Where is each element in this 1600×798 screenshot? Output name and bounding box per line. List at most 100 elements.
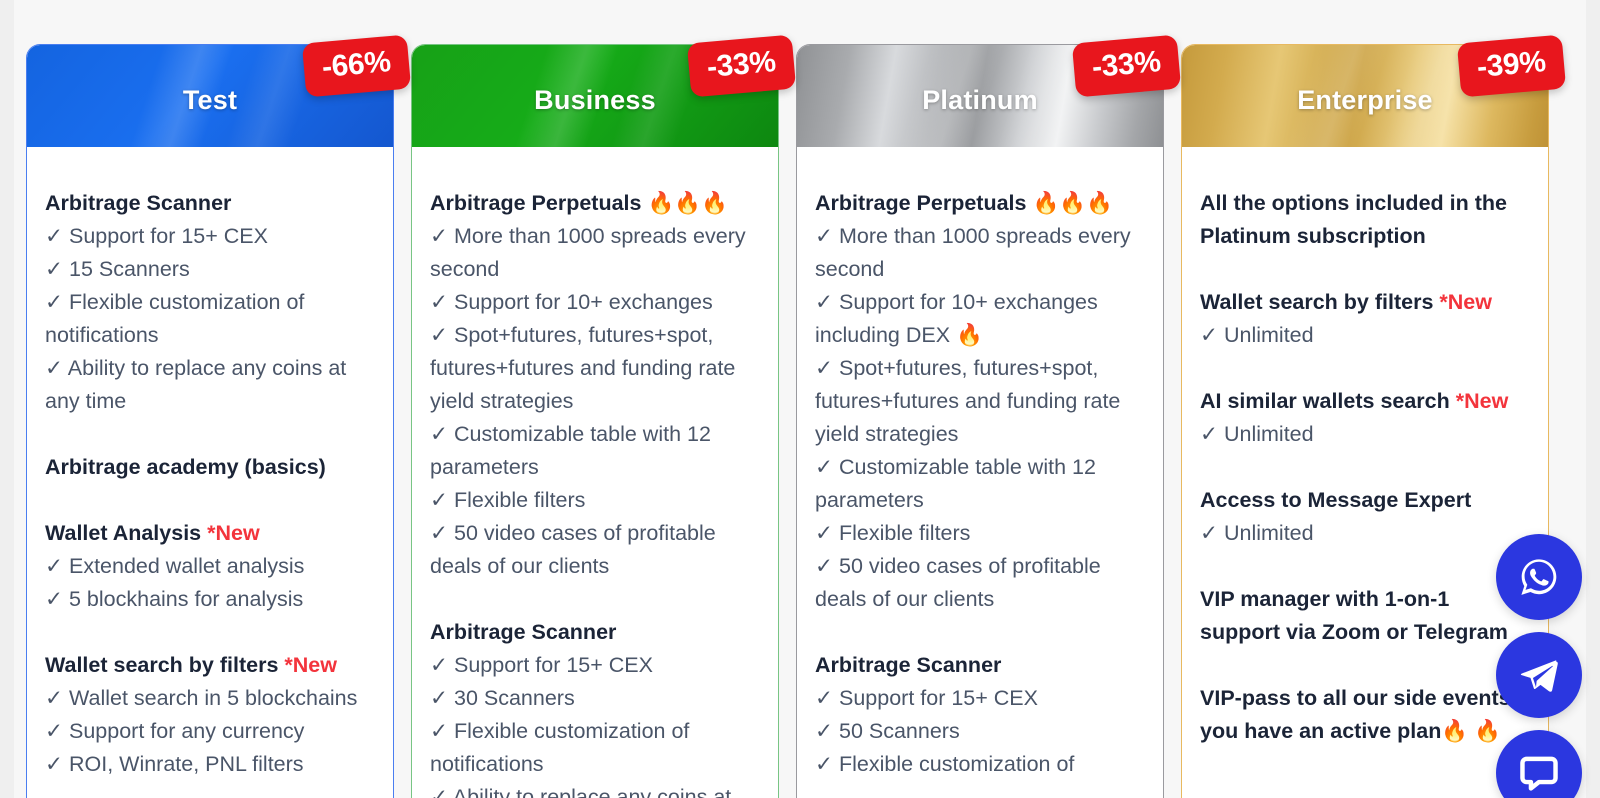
feature-group: Arbitrage Perpetuals 🔥🔥🔥 ✓ More than 1000… [815,187,1145,616]
plan-card-clip: Business Arbitrage Perpetuals 🔥🔥🔥 ✓ More t… [412,45,778,798]
group-title-text: Wallet search by filters [45,653,279,677]
feature-group: Wallet search by filters *New ✓ Unlimited [1200,286,1530,352]
feature-item: ✓ Flexible customization of notification… [430,719,690,776]
feature-item: ✓ Flexible customization of [815,752,1075,776]
fire-emoji: 🔥🔥🔥 [647,191,728,216]
feature-group-title: Wallet Analysis *New [45,517,375,550]
floating-contact-buttons [1496,534,1582,798]
chat-bubble-icon [1516,750,1562,796]
feature-item: ✓ Spot+futures, futures+spot, futures+fu… [815,356,1121,446]
discount-badge: -33% [1072,34,1182,98]
feature-item: ✓ 50 video cases of profitable deals of … [815,554,1101,611]
feature-group: Wallet search by filters *New ✓ Wallet se… [45,649,375,781]
feature-group-title: Arbitrage academy (basics) [45,451,375,484]
feature-item: ✓ Support for 10+ exchanges including DE… [815,290,1098,347]
feature-item: ✓ Flexible filters [815,521,971,545]
feature-group: Arbitrage Scanner ✓ Support for 15+ CEX ✓ … [430,616,760,798]
feature-item: ✓ 15 Scanners [45,257,190,281]
feature-item: ✓ Unlimited [1200,422,1314,446]
feature-group: Arbitrage Scanner ✓ Support for 15+ CEX ✓ … [815,649,1145,781]
feature-group: All the options included in the Platinum… [1200,187,1530,253]
fire-emoji: 🔥🔥🔥 [1032,191,1113,216]
group-title-text: Arbitrage Perpetuals [815,191,1027,215]
plan-card-clip: Test Arbitrage Scanner ✓ Support for 15+ C… [27,45,393,798]
group-title-text: Wallet Analysis [45,521,202,545]
group-title-text: AI similar wallets search [1200,389,1450,413]
feature-item: ✓ 50 video cases of profitable deals of … [430,521,716,578]
group-title-text: VIP-pass to all our side events if you h… [1200,686,1530,743]
discount-badge: -66% [302,34,412,98]
plan-features-business: Arbitrage Perpetuals 🔥🔥🔥 ✓ More than 1000… [412,147,778,798]
feature-group-title: Access to Message Expert [1200,484,1530,517]
feature-group: Arbitrage Perpetuals 🔥🔥🔥 ✓ More than 1000… [430,187,760,583]
feature-item: ✓ More than 1000 spreads every second [430,224,746,281]
feature-group: Wallet Analysis *New ✓ Extended wallet an… [45,517,375,616]
new-badge: *New [207,521,260,545]
feature-item: ✓ More than 1000 spreads every second [815,224,1131,281]
whatsapp-icon [1517,555,1561,599]
feature-group-title: AI similar wallets search *New [1200,385,1530,418]
pricing-plans-row: Test Arbitrage Scanner ✓ Support for 15+ C… [0,0,1600,798]
group-title-text: All the options included in the Platinum… [1200,191,1507,248]
feature-item: ✓ Unlimited [1200,323,1314,347]
whatsapp-button[interactable] [1496,534,1582,620]
feature-group: VIP-pass to all our side events if you h… [1200,682,1530,748]
new-badge: *New [1455,389,1509,413]
feature-item: ✓ Support for 15+ CEX [815,686,1038,710]
plan-card-enterprise[interactable]: Enterprise All the options included in th… [1181,34,1567,798]
feature-group-title: Arbitrage Scanner [815,649,1145,682]
feature-group-title: Arbitrage Perpetuals 🔥🔥🔥 [815,187,1145,220]
feature-item: ✓ 30 Scanners [430,686,575,710]
feature-group: Arbitrage Scanner ✓ Support for 15+ CEX ✓ … [45,187,375,418]
feature-group: Access to Message Expert ✓ Unlimited [1200,484,1530,550]
discount-badge: -33% [687,34,797,98]
group-title-text: Arbitrage Scanner [815,653,1002,677]
feature-group-title: Arbitrage Perpetuals 🔥🔥🔥 [430,187,760,220]
plan-card-test[interactable]: Test Arbitrage Scanner ✓ Support for 15+ C… [26,34,412,798]
feature-item: ✓ Wallet search in 5 blockchains [45,686,358,710]
feature-group: AI similar wallets search *New ✓ Unlimite… [1200,385,1530,451]
feature-item: ✓ Customizable table with 12 parameters [815,455,1096,512]
plan-features-platinum: Arbitrage Perpetuals 🔥🔥🔥 ✓ More than 1000… [797,147,1163,781]
feature-group: Arbitrage academy (basics) [45,451,375,484]
feature-item: ✓ 5 blockhains for analysis [45,587,304,611]
discount-badge: -39% [1457,34,1567,98]
feature-group-title: Arbitrage Scanner [45,187,375,220]
feature-item: ✓ Flexible customization of notification… [45,290,305,347]
plan-card-clip: Platinum Arbitrage Perpetuals 🔥🔥🔥 ✓ More t… [797,45,1163,798]
plan-card-platinum[interactable]: Platinum Arbitrage Perpetuals 🔥🔥🔥 ✓ More t… [796,34,1182,798]
telegram-button[interactable] [1496,632,1582,718]
feature-group-title: VIP manager with 1-on-1 support via Zoom… [1200,583,1530,649]
group-title-text: VIP manager with 1-on-1 support via Zoom… [1200,587,1508,644]
feature-group-title: Wallet search by filters *New [1200,286,1530,319]
feature-group-title: Wallet search by filters *New [45,649,375,682]
feature-group-title: All the options included in the Platinum… [1200,187,1530,253]
feature-item: ✓ Support for any currency [45,719,305,743]
group-title-text: Arbitrage Scanner [430,620,617,644]
feature-item: ✓ Support for 15+ CEX [430,653,653,677]
group-title-text: Arbitrage Perpetuals [430,191,642,215]
plan-card-clip: Enterprise All the options included in th… [1182,45,1548,798]
new-badge: *New [284,653,337,677]
group-title-text: Access to Message Expert [1200,488,1472,512]
chat-bubble-button[interactable] [1496,730,1582,798]
feature-group-title: Arbitrage Scanner [430,616,760,649]
feature-item: ✓ ROI, Winrate, PNL filters [45,752,304,776]
plan-card-business[interactable]: Business Arbitrage Perpetuals 🔥🔥🔥 ✓ More t… [411,34,797,798]
feature-item: ✓ Customizable table with 12 parameters [430,422,711,479]
group-title-text: Arbitrage academy (basics) [45,455,326,479]
feature-item: ✓ Extended wallet analysis [45,554,305,578]
feature-item: ✓ Flexible filters [430,488,586,512]
group-title-text: Wallet search by filters [1200,290,1434,314]
feature-group: VIP manager with 1-on-1 support via Zoom… [1200,583,1530,649]
plan-features-test: Arbitrage Scanner ✓ Support for 15+ CEX ✓ … [27,147,393,781]
